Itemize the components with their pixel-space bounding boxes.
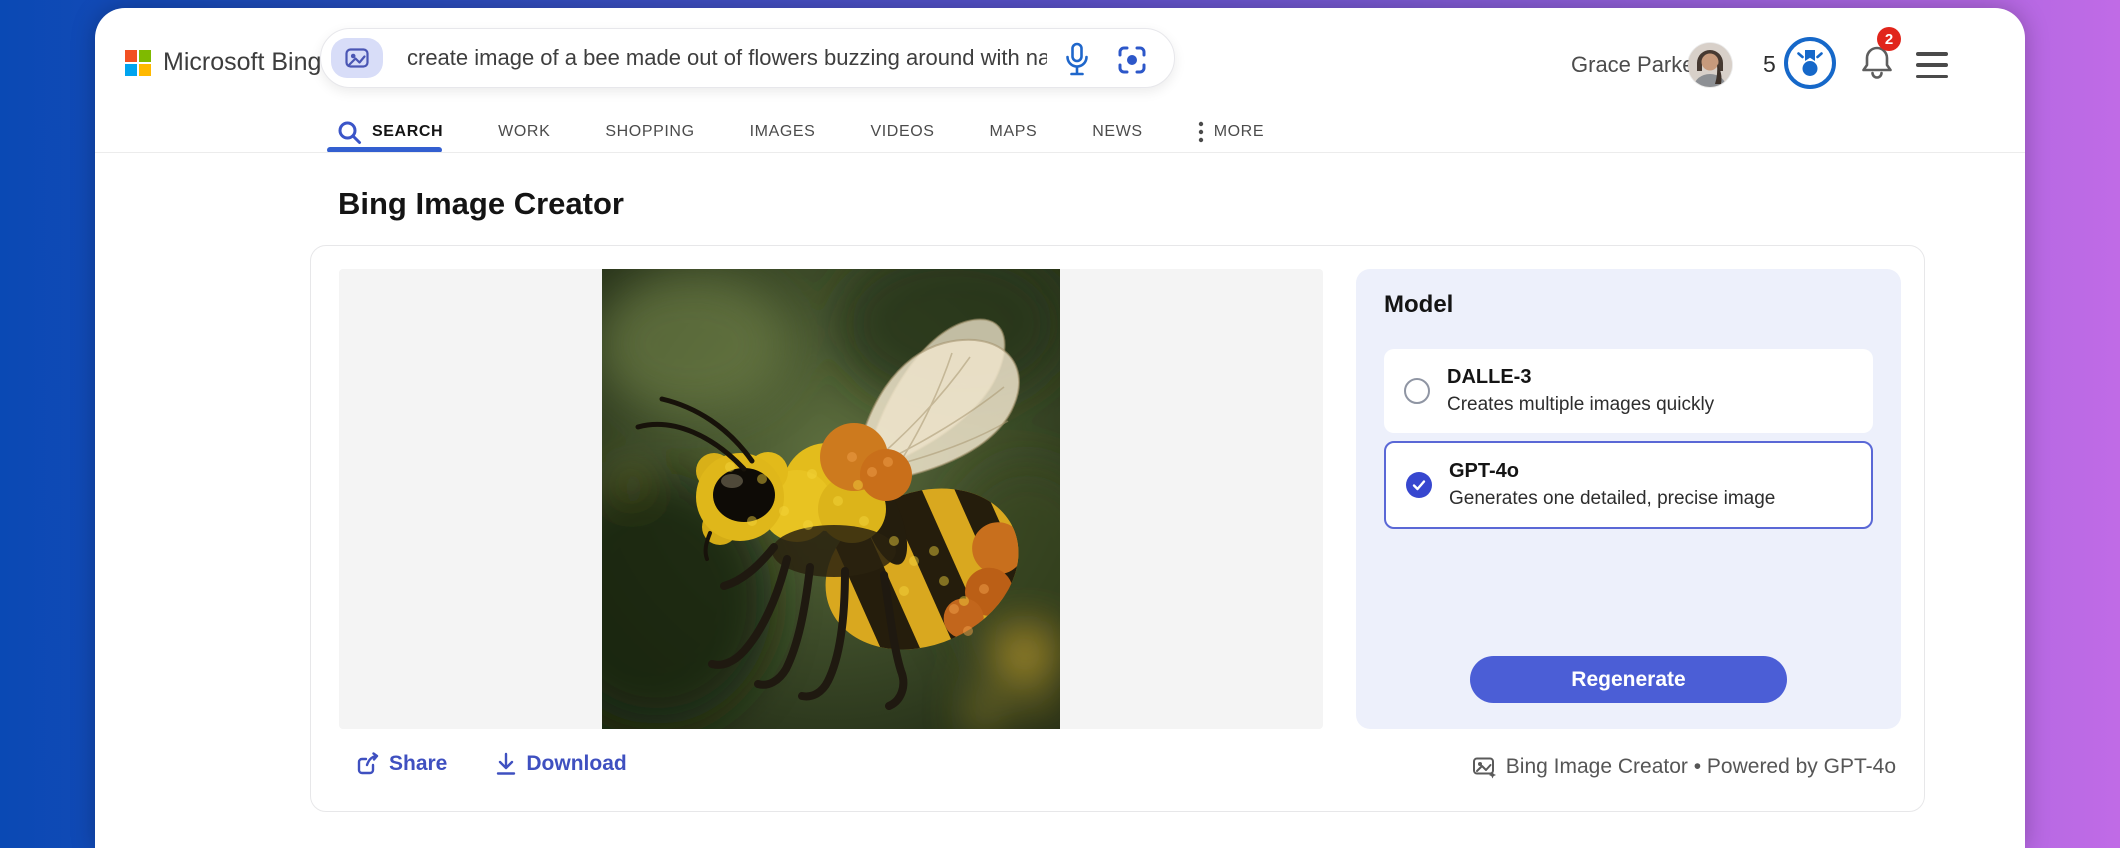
tab-news[interactable]: NEWS bbox=[1092, 123, 1142, 141]
visual-search-icon bbox=[1116, 44, 1148, 76]
tab-label: SHOPPING bbox=[605, 123, 694, 141]
tab-label: MAPS bbox=[990, 123, 1038, 141]
tab-label: VIDEOS bbox=[870, 123, 934, 141]
hamburger-menu-button[interactable] bbox=[1916, 52, 1948, 78]
option-description: Creates multiple images quickly bbox=[1447, 394, 1714, 416]
option-name: GPT-4o bbox=[1449, 460, 1775, 483]
tab-label: WORK bbox=[498, 123, 550, 141]
regenerate-button[interactable]: Regenerate bbox=[1470, 656, 1787, 703]
creator-card: Model DALLE-3 Creates multiple images qu… bbox=[310, 245, 1925, 812]
tab-images[interactable]: IMAGES bbox=[750, 123, 816, 141]
model-option-gpt4o[interactable]: GPT-4o Generates one detailed, precise i… bbox=[1384, 441, 1873, 529]
search-input[interactable] bbox=[405, 44, 1049, 72]
search-icon bbox=[337, 120, 362, 145]
download-icon bbox=[495, 752, 517, 776]
gradient-background: Microsoft Bing bbox=[0, 0, 2120, 848]
microsoft-logo-icon bbox=[125, 50, 151, 76]
footer-credit: Bing Image Creator • Powered by GPT-4o bbox=[1472, 754, 1896, 779]
model-option-dalle3[interactable]: DALLE-3 Creates multiple images quickly bbox=[1384, 349, 1873, 433]
option-name: DALLE-3 bbox=[1447, 366, 1714, 389]
tab-label: SEARCH bbox=[372, 123, 443, 141]
option-text: DALLE-3 Creates multiple images quickly bbox=[1447, 366, 1714, 416]
microphone-icon bbox=[1063, 42, 1091, 78]
model-panel: Model DALLE-3 Creates multiple images qu… bbox=[1356, 269, 1901, 729]
tab-work[interactable]: WORK bbox=[498, 123, 550, 141]
bing-page: Microsoft Bing bbox=[95, 8, 2025, 848]
visual-search-button[interactable] bbox=[1116, 44, 1148, 76]
logo-text: Microsoft Bing bbox=[163, 48, 321, 77]
page-title: Bing Image Creator bbox=[338, 186, 624, 222]
image-icon bbox=[344, 45, 370, 71]
image-prompt-chip[interactable] bbox=[331, 38, 383, 78]
model-panel-title: Model bbox=[1384, 291, 1453, 319]
microsoft-bing-logo[interactable]: Microsoft Bing bbox=[125, 48, 321, 77]
tab-videos[interactable]: VIDEOS bbox=[870, 123, 934, 141]
share-icon bbox=[356, 752, 380, 776]
rewards-points: 5 bbox=[1763, 51, 1776, 78]
nav-divider bbox=[95, 152, 2025, 153]
notification-badge: 2 bbox=[1877, 27, 1901, 51]
user-name[interactable]: Grace Parker bbox=[1571, 52, 1702, 78]
share-button[interactable]: Share bbox=[356, 752, 447, 776]
tab-label: MORE bbox=[1214, 123, 1264, 141]
radio-gpt4o[interactable] bbox=[1406, 472, 1432, 498]
option-text: GPT-4o Generates one detailed, precise i… bbox=[1449, 460, 1775, 510]
share-label: Share bbox=[389, 752, 447, 776]
tab-more[interactable]: MORE bbox=[1198, 121, 1264, 143]
microphone-button[interactable] bbox=[1060, 42, 1094, 78]
image-stage bbox=[339, 269, 1323, 729]
download-label: Download bbox=[526, 752, 626, 776]
option-description: Generates one detailed, precise image bbox=[1449, 488, 1775, 510]
radio-dalle3[interactable] bbox=[1404, 378, 1430, 404]
rewards-button[interactable] bbox=[1784, 37, 1836, 89]
tab-search[interactable]: SEARCH bbox=[337, 120, 443, 145]
tab-maps[interactable]: MAPS bbox=[990, 123, 1038, 141]
generated-bee-image[interactable] bbox=[602, 269, 1060, 729]
avatar[interactable] bbox=[1688, 43, 1732, 87]
nav-tabs: SEARCH WORK SHOPPING IMAGES VIDEOS MAPS … bbox=[337, 111, 1264, 153]
avatar-photo bbox=[1688, 43, 1732, 87]
image-creator-icon bbox=[1472, 754, 1497, 779]
more-dots-icon bbox=[1198, 121, 1204, 143]
rewards-medal-icon bbox=[1796, 47, 1824, 79]
check-icon bbox=[1411, 477, 1427, 493]
tab-label: NEWS bbox=[1092, 123, 1142, 141]
download-button[interactable]: Download bbox=[495, 752, 626, 776]
search-bar[interactable] bbox=[320, 28, 1175, 88]
footer-credit-text: Bing Image Creator • Powered by GPT-4o bbox=[1506, 755, 1896, 779]
tab-shopping[interactable]: SHOPPING bbox=[605, 123, 694, 141]
tab-label: IMAGES bbox=[750, 123, 816, 141]
image-actions: Share Download bbox=[356, 752, 627, 776]
